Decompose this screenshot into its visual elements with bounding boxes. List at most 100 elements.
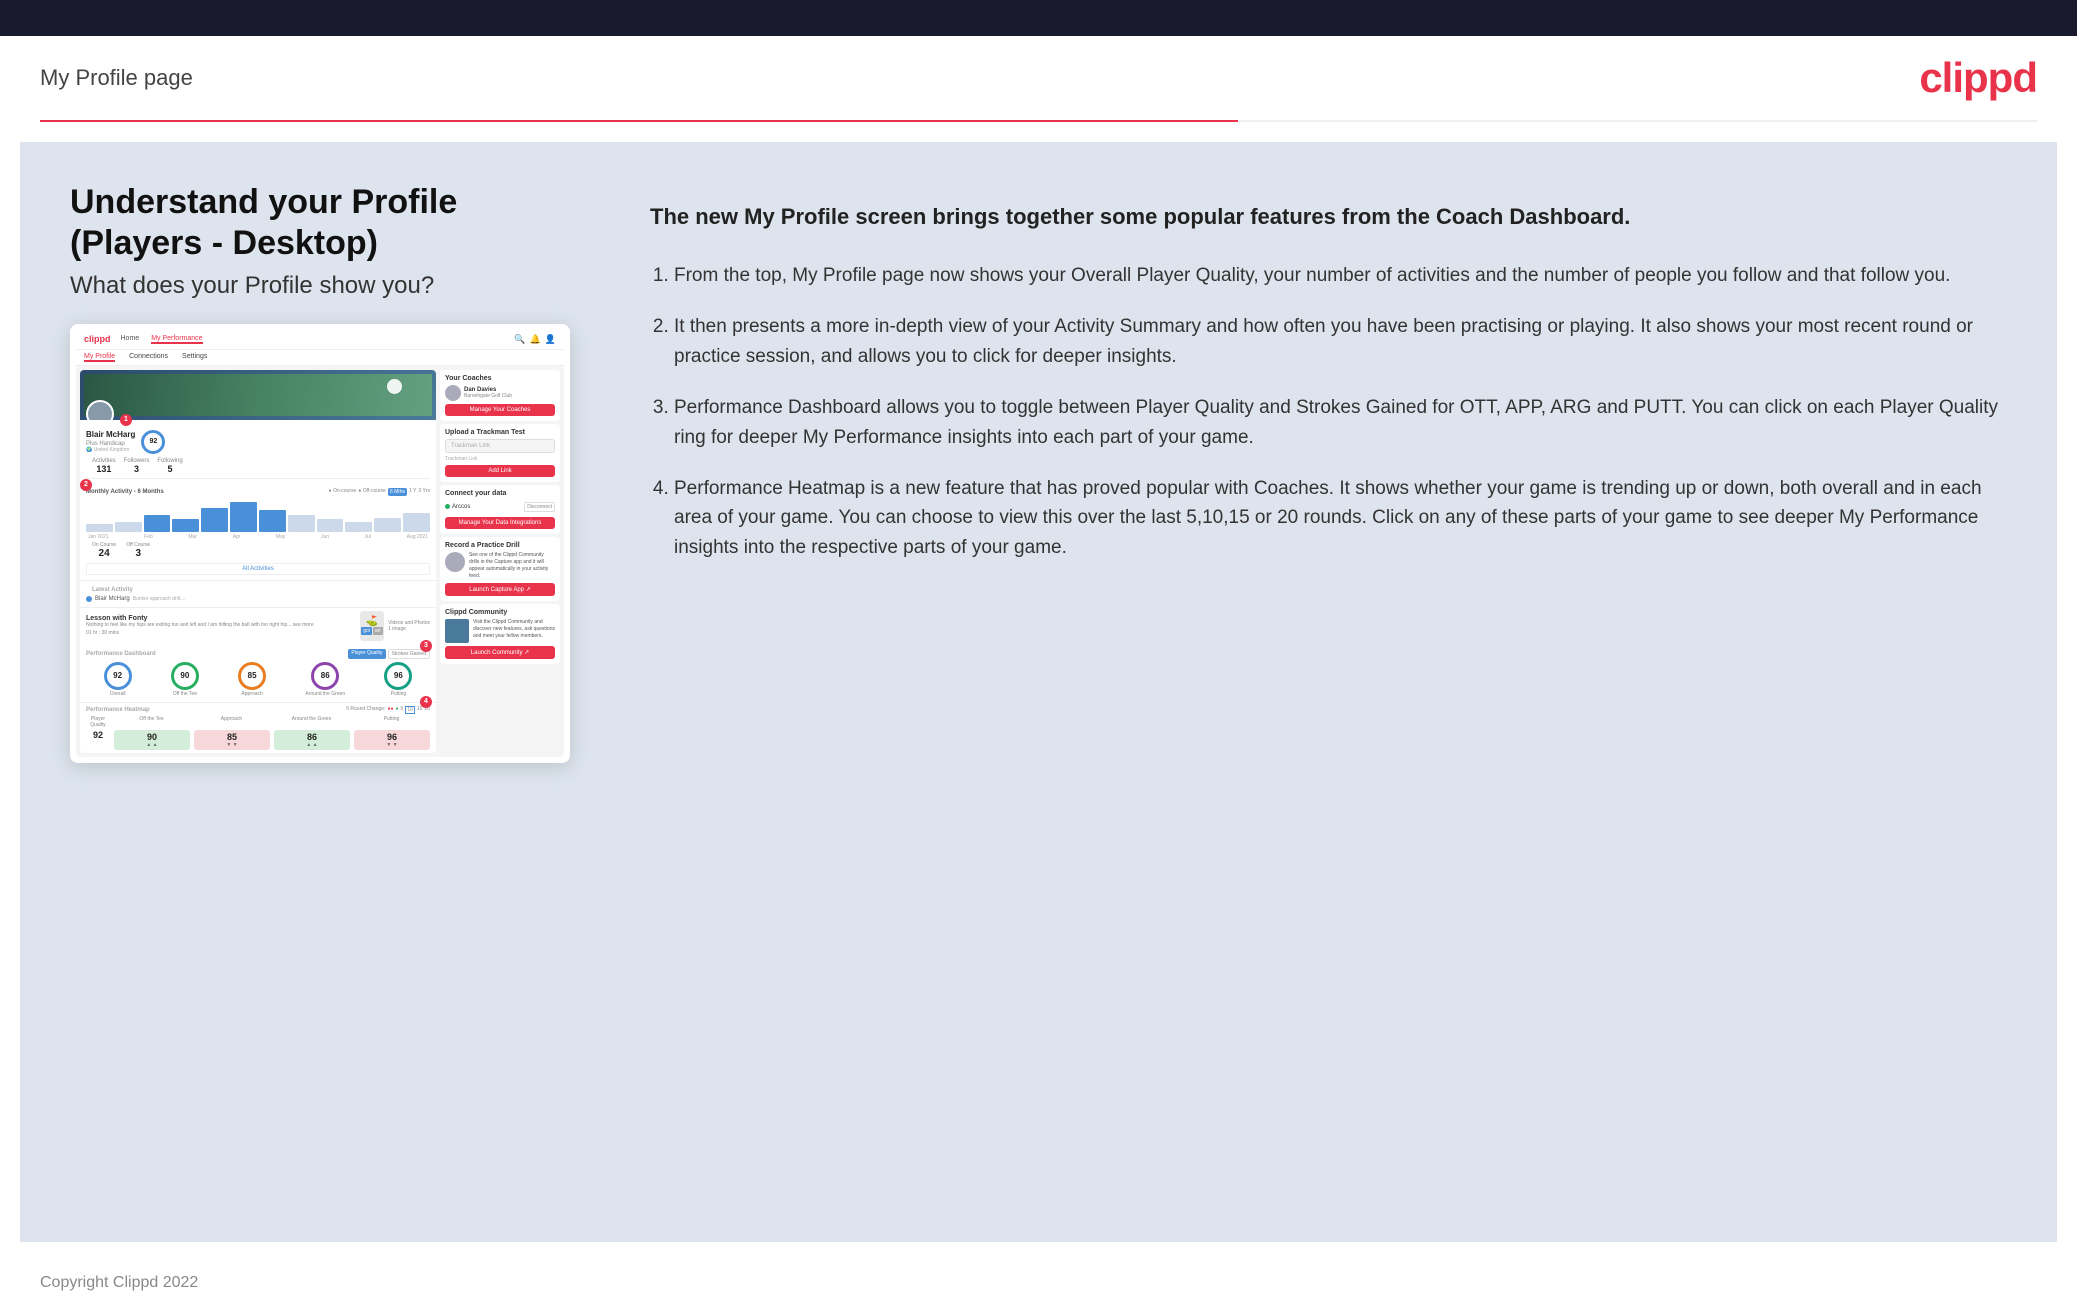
filter-1y: 1 Y — [409, 488, 416, 496]
community-description: Visit the Clippd Community and discover … — [473, 619, 555, 643]
chart-filters: ● On-course ● Off-course 6 Mths 1 Y 3 Yr… — [329, 488, 430, 496]
around-green-label: Around the Green — [305, 691, 345, 697]
drill-section: See one of the Clippd Community drills i… — [445, 552, 555, 580]
trackman-input[interactable]: Trackman Link — [445, 439, 555, 453]
filter-on-course: ● On-course — [329, 488, 357, 496]
bar-10 — [345, 522, 372, 531]
app-navbar: clippd Home My Performance 🔍 🔔 👤 — [76, 330, 564, 350]
profile-stats: Activities 131 Followers 3 Following 5 — [86, 454, 430, 479]
feature-3: Performance Dashboard allows you to togg… — [674, 393, 2007, 452]
activities-value: 131 — [92, 464, 116, 474]
connected-indicator — [445, 504, 450, 509]
bar-5 — [201, 508, 228, 531]
app-nav-icons: 🔍 🔔 👤 — [514, 334, 556, 345]
coaches-card: Your Coaches Dan Davies Barnehgate Golf … — [440, 370, 560, 421]
app-right-panel: Your Coaches Dan Davies Barnehgate Golf … — [440, 370, 560, 753]
lesson-stats: Videos and Photos 1 image — [388, 620, 430, 632]
left-column: Understand your Profile (Players - Deskt… — [70, 182, 590, 1202]
off-course-stat: Off Course 3 — [126, 542, 150, 559]
arccos-item: Arccos Disconnect — [445, 500, 555, 514]
bar-4 — [172, 519, 199, 531]
off-course-label: Off Course — [126, 542, 150, 548]
app-mockup: clippd Home My Performance 🔍 🔔 👤 My Prof… — [70, 324, 570, 763]
heatmap-approach-value: 85 — [196, 732, 268, 742]
tab-settings: Settings — [182, 353, 207, 362]
app-body: 1 Blair McHarg Plus Handicap 🌍 United Ki… — [76, 366, 564, 757]
heatmap-labels: Player Quality Off the Tee Approach Arou… — [86, 716, 430, 728]
putting-ring-value: 96 — [384, 662, 412, 690]
overall-label: Overall — [110, 691, 126, 697]
on-off-course: On Course 24 Off Course 3 — [86, 540, 430, 561]
nav-home: Home — [121, 335, 140, 344]
bar-9 — [317, 519, 344, 531]
tag-row: gol arr — [361, 627, 383, 635]
drill-title: Record a Practice Drill — [445, 542, 555, 549]
off-tee-ring: 90 Off the Tee — [171, 662, 199, 697]
main-content: Understand your Profile (Players - Deskt… — [20, 142, 2057, 1242]
bar-2 — [115, 522, 142, 531]
top-bar — [0, 0, 2077, 36]
data-connect-card: Connect your data Arccos Disconnect Mana… — [440, 485, 560, 534]
app-logo: clippd — [84, 334, 111, 344]
launch-community-button[interactable]: Launch Community ↗ — [445, 646, 555, 659]
latest-activity: Latest Activity Blair McHarg Bunker appr… — [80, 580, 436, 607]
latest-activity-label: Latest Activity — [86, 584, 430, 594]
filter-6m: 6 Mths — [388, 488, 407, 496]
followers-stat: Followers 3 — [124, 458, 150, 474]
disconnect-button[interactable]: Disconnect — [524, 502, 555, 512]
lesson-info: Lesson with Fonty Nothing to feel like m… — [86, 615, 360, 636]
launch-capture-button[interactable]: Launch Capture App ↗ — [445, 583, 555, 596]
name-section: Blair McHarg Plus Handicap 🌍 United King… — [86, 430, 135, 453]
community-title: Clippd Community — [445, 609, 555, 616]
heatmap-section-wrapper: 4 Performance Heatmap 5 Round Change: ●●… — [80, 702, 436, 753]
approach-ring-value: 85 — [238, 662, 266, 690]
bar-3 — [144, 515, 171, 532]
off-tee-ring-value: 90 — [171, 662, 199, 690]
intro-text: The new My Profile screen brings togethe… — [650, 202, 2007, 233]
arccos-label: Arccos — [452, 504, 470, 510]
section-subheading: What does your Profile show you? — [70, 272, 590, 300]
around-green-ring: 86 Around the Green — [305, 662, 345, 697]
tab-connections: Connections — [129, 353, 168, 362]
activity-dot — [86, 596, 92, 602]
lesson-meta: 01 hr : 30 mins — [86, 630, 360, 636]
right-column: The new My Profile screen brings togethe… — [650, 182, 2007, 1202]
golf-icon: ⛳ — [366, 616, 378, 627]
clippd-logo: clippd — [1919, 54, 2037, 102]
bar-1 — [86, 524, 113, 532]
coaches-title: Your Coaches — [445, 375, 555, 382]
latest-row-1: Blair McHarg Bunker approach drill.... — [86, 594, 430, 604]
performance-rings: 92 Overall 90 Off the Tee 85 Approach — [86, 662, 430, 697]
heatmap-off-tee: 90 ▲ ▲ — [114, 730, 190, 750]
mini-bar-chart — [86, 499, 430, 534]
on-course-label: On Course — [92, 542, 116, 548]
app-nav-items: Home My Performance — [121, 335, 203, 344]
coach-info: Dan Davies Barnehgate Golf Club — [445, 385, 555, 401]
player-quality-toggle: Player Quality — [348, 649, 385, 659]
performance-section: 3 Performance Dashboard Player Quality S… — [80, 646, 436, 700]
app-left-panel: 1 Blair McHarg Plus Handicap 🌍 United Ki… — [80, 370, 436, 753]
add-link-button[interactable]: Add Link — [445, 465, 555, 477]
toggle-buttons: Player Quality Strokes Gained — [348, 649, 430, 659]
feature-1: From the top, My Profile page now shows … — [674, 261, 2007, 290]
page-title: My Profile page — [40, 65, 193, 91]
bar-7 — [259, 510, 286, 532]
bar-8 — [288, 515, 315, 532]
overall-ring-value: 92 — [104, 662, 132, 690]
heatmap-overall: 92 — [86, 730, 110, 750]
manage-coaches-button[interactable]: Manage Your Coaches — [445, 404, 555, 416]
activity-chart: Monthly Activity - 6 Months ● On-course … — [80, 485, 436, 580]
following-stat: Following 5 — [157, 458, 182, 474]
feature-2: It then presents a more in-depth view of… — [674, 312, 2007, 371]
following-label: Following — [157, 458, 182, 464]
tab-my-profile: My Profile — [84, 353, 115, 362]
heatmap-around-green-value: 86 — [276, 732, 348, 742]
manage-integrations-button[interactable]: Manage Your Data Integrations — [445, 517, 555, 529]
drill-card: Record a Practice Drill See one of the C… — [440, 537, 560, 601]
approach-label: Approach — [241, 691, 262, 697]
heatmap-section: Performance Heatmap 5 Round Change: ●● ●… — [80, 702, 436, 753]
bar-6 — [230, 502, 257, 531]
approach-ring: 85 Approach — [238, 662, 266, 697]
badge-1: 1 — [120, 414, 132, 426]
all-activities-button[interactable]: All Activities — [86, 563, 430, 575]
